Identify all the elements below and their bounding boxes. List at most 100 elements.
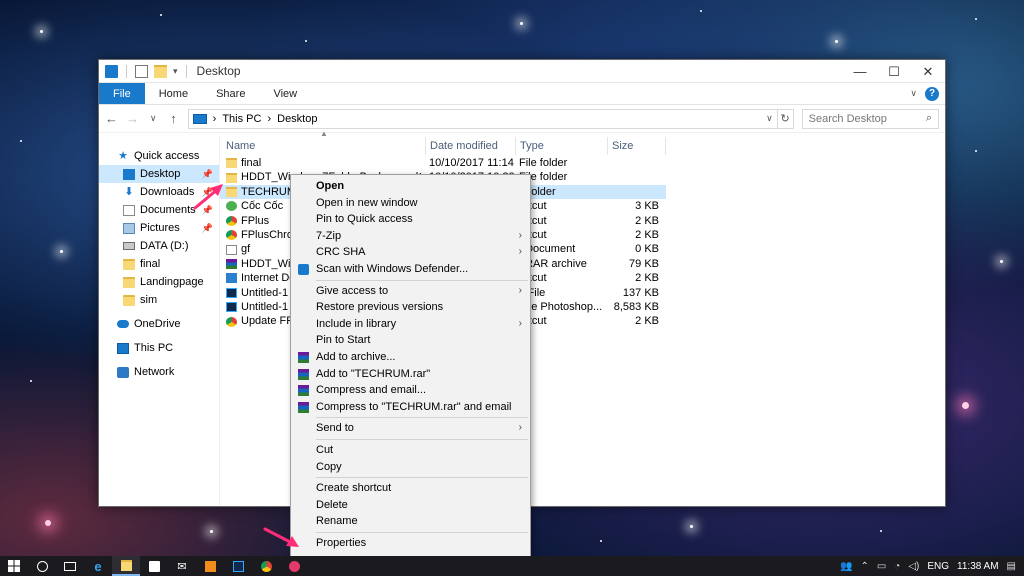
menu-item-delete[interactable]: Delete [291,497,530,514]
menu-item-add-to-archive[interactable]: Add to archive... [291,349,530,366]
menu-item-open-in-new-window[interactable]: Open in new window [291,195,530,212]
search-icon: ⌕ [925,112,932,124]
address-dropdown-icon[interactable]: ∨ [766,113,773,124]
menu-item-copy[interactable]: Copy [291,459,530,476]
close-button[interactable]: ✕ [911,60,945,83]
maximize-button[interactable]: ☐ [877,60,911,83]
menu-item-compress-to-techrum-rar-and-email[interactable]: Compress to "TECHRUM.rar" and email [291,399,530,416]
nav-quick-access[interactable]: ★ Quick access [99,147,219,165]
menu-item-send-to[interactable]: Send to › [291,420,530,437]
language-indicator[interactable]: ENG [927,561,949,572]
nav-label: This PC [134,342,174,354]
file-row[interactable]: final 10/10/2017 11:14 ... File folder [220,156,666,170]
start-button[interactable] [0,556,28,576]
minimize-button[interactable]: — [843,60,877,83]
refresh-button[interactable]: ↻ [777,108,794,129]
customize-toolbar-icon[interactable]: ▾ [173,66,178,77]
photoshop-button[interactable] [224,556,252,576]
cortana-button[interactable] [28,556,56,576]
expand-ribbon-icon[interactable]: ∨ [910,88,917,99]
nav-item-data-drive[interactable]: DATA (D:) [99,237,219,255]
forward-button[interactable]: → [126,111,139,126]
column-header-type[interactable]: Type [516,137,608,155]
menu-item-add-to-techrum-rar[interactable]: Add to "TECHRUM.rar" [291,366,530,383]
tab-share[interactable]: Share [202,83,259,104]
file-size: 79 KB [629,257,659,270]
sublime-button[interactable] [196,556,224,576]
tab-view[interactable]: View [259,83,311,104]
menu-separator [316,279,528,281]
breadcrumb-desktop[interactable]: Desktop [277,113,317,125]
properties-icon[interactable] [135,64,148,78]
address-bar[interactable]: › This PC › Desktop ∨ [187,108,778,129]
menu-item-label: Pin to Start [316,334,371,347]
file-size: 0 KB [635,243,659,256]
menu-item-create-shortcut[interactable]: Create shortcut [291,480,530,497]
column-header-size[interactable]: Size [608,137,666,155]
mail-icon: ✉ [177,560,187,573]
file-explorer-button[interactable] [112,556,140,576]
menu-item-open[interactable]: Open [291,178,530,195]
menu-item-properties[interactable]: Properties [291,535,530,552]
sublime-icon [204,560,216,572]
store-button[interactable] [140,556,168,576]
tab-home[interactable]: Home [145,83,202,104]
menu-item-pin-to-start[interactable]: Pin to Start [291,332,530,349]
nav-item-pictures[interactable]: Pictures 📌 [99,219,219,237]
back-button[interactable]: ← [105,111,118,126]
menu-item-cut[interactable]: Cut [291,442,530,459]
store-icon [148,560,160,572]
show-hidden-icons[interactable]: ⌃ [860,561,868,572]
winrar-icon [298,368,309,380]
tab-file[interactable]: File [99,83,145,104]
edge-button[interactable]: e [84,556,112,576]
folder-icon [226,158,237,169]
search-input[interactable]: Search Desktop ⌕ [801,108,939,129]
nav-network[interactable]: Network [99,363,219,381]
menu-item-restore-previous-versions[interactable]: Restore previous versions [291,299,530,316]
recent-locations-button[interactable]: ∨ [147,113,159,124]
file-name: FPlus [241,214,270,227]
nav-item-sim[interactable]: sim [99,291,219,309]
search-placeholder: Search Desktop [808,112,887,125]
nav-onedrive[interactable]: OneDrive [99,315,219,333]
menu-item-scan-with-windows-defender[interactable]: Scan with Windows Defender... [291,261,530,278]
menu-item-crc-sha[interactable]: CRC SHA › [291,244,530,261]
nav-this-pc[interactable]: This PC [99,339,219,357]
column-header-date[interactable]: Date modified [426,137,516,155]
menu-item-include-in-library[interactable]: Include in library › [291,316,530,333]
menu-separator [316,531,528,533]
breadcrumb-this-pc[interactable]: This PC [222,113,261,125]
menu-item-7-zip[interactable]: 7-Zip › [291,228,530,245]
volume-icon[interactable]: ◁) [908,561,919,572]
people-icon[interactable]: 👥 [840,561,852,572]
coccoc-button[interactable] [280,556,308,576]
nav-item-final[interactable]: final [99,255,219,273]
clock[interactable]: 11:38 AM [957,561,999,572]
chrome-button[interactable] [252,556,280,576]
nav-item-landingpage[interactable]: Landingpage [99,273,219,291]
toolbar-divider [126,64,127,78]
help-icon[interactable]: ? [925,86,939,101]
action-center-icon[interactable]: ▤ [1007,561,1016,572]
menu-item-label: CRC SHA [316,246,366,259]
menu-item-pin-to-quick-access[interactable]: Pin to Quick access [291,211,530,228]
column-header-name[interactable]: Name [222,137,426,155]
menu-item-rename[interactable]: Rename [291,513,530,530]
new-folder-icon[interactable] [154,64,167,78]
menu-item-give-access-to[interactable]: Give access to › [291,283,530,300]
task-view-button[interactable] [56,556,84,576]
file-type: ortcut [519,315,547,328]
mail-button[interactable]: ✉ [168,556,196,576]
wifi-icon[interactable]: ◔ [894,561,900,572]
pictures-icon [123,222,135,234]
title-bar[interactable]: ▾ Desktop — ☐ ✕ [99,60,945,83]
nav-item-desktop[interactable]: Desktop 📌 [99,165,219,183]
cloud-icon [117,320,129,328]
winrar-icon [298,401,309,413]
menu-item-compress-and-email[interactable]: Compress and email... [291,382,530,399]
battery-icon[interactable]: ▭ [877,561,886,572]
star-icon: ★ [118,149,128,162]
up-button[interactable]: ↑ [167,111,179,126]
file-size: 2 KB [635,272,659,285]
